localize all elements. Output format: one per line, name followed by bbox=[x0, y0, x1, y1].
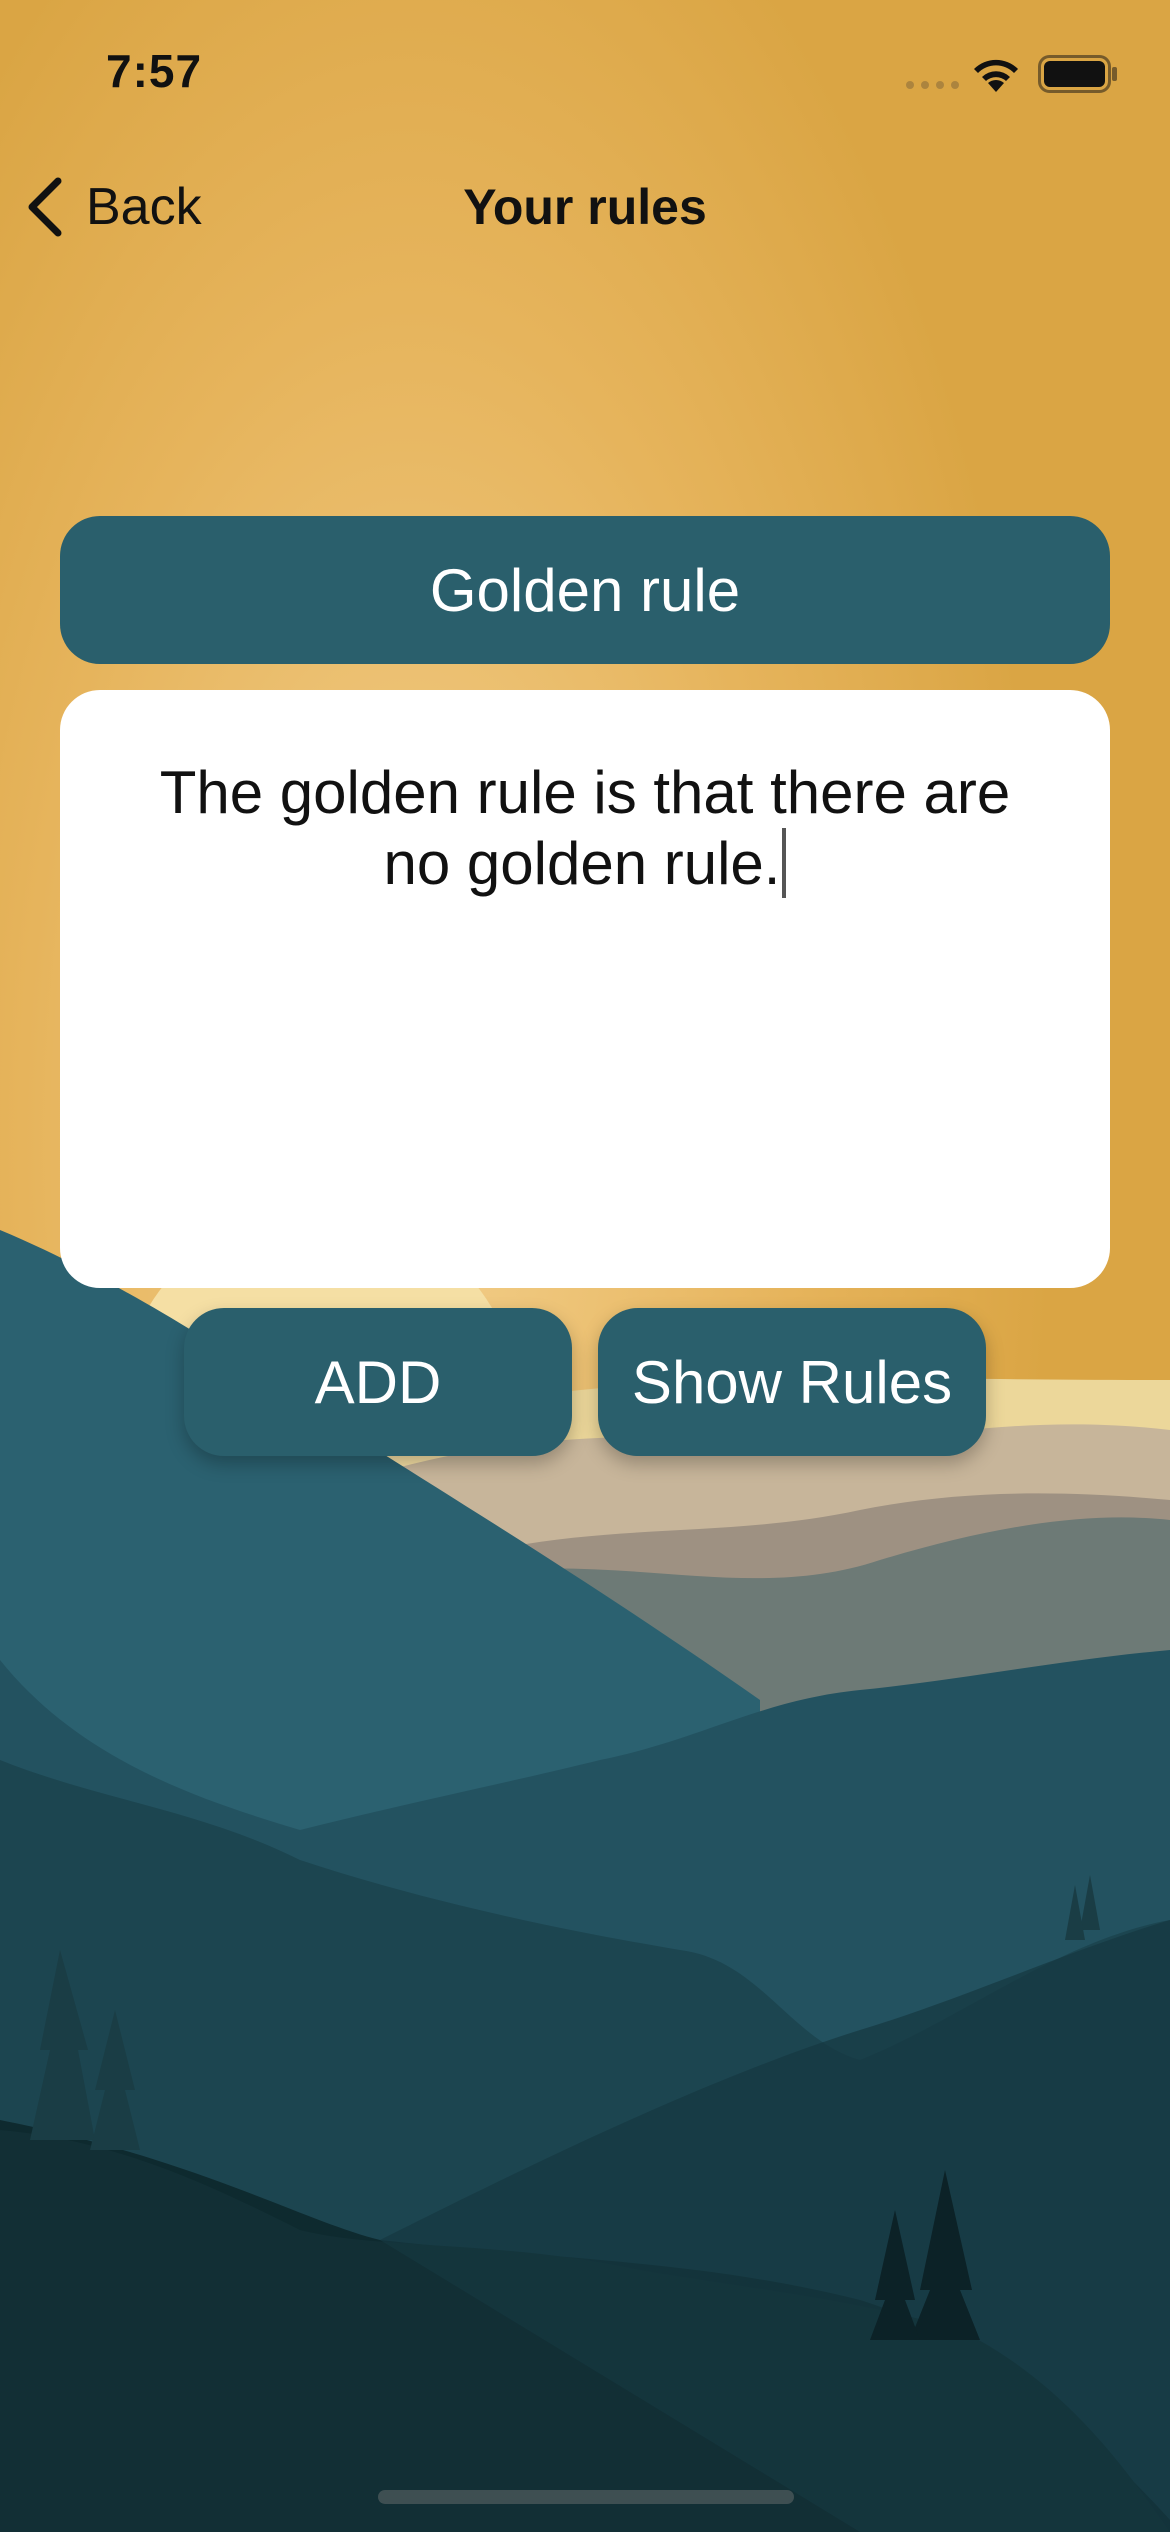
home-indicator[interactable] bbox=[378, 2490, 794, 2504]
battery-icon bbox=[1038, 55, 1117, 93]
page-title: Your rules bbox=[463, 179, 707, 235]
rule-body-text: The golden rule is that there are no gol… bbox=[159, 759, 1011, 897]
show-rules-button[interactable]: Show Rules bbox=[598, 1308, 986, 1456]
status-time: 7:57 bbox=[106, 45, 203, 97]
wifi-icon bbox=[974, 59, 1018, 92]
rule-body-textarea[interactable]: The golden rule is that there are no gol… bbox=[60, 690, 1110, 1288]
rule-title-field[interactable]: Golden rule bbox=[60, 516, 1110, 664]
add-button-label: ADD bbox=[314, 1348, 442, 1416]
show-rules-button-label: Show Rules bbox=[631, 1348, 953, 1416]
cellular-signal-icon bbox=[906, 81, 959, 89]
rule-title-text: Golden rule bbox=[429, 556, 741, 624]
add-button[interactable]: ADD bbox=[184, 1308, 572, 1456]
text-cursor bbox=[782, 828, 787, 898]
